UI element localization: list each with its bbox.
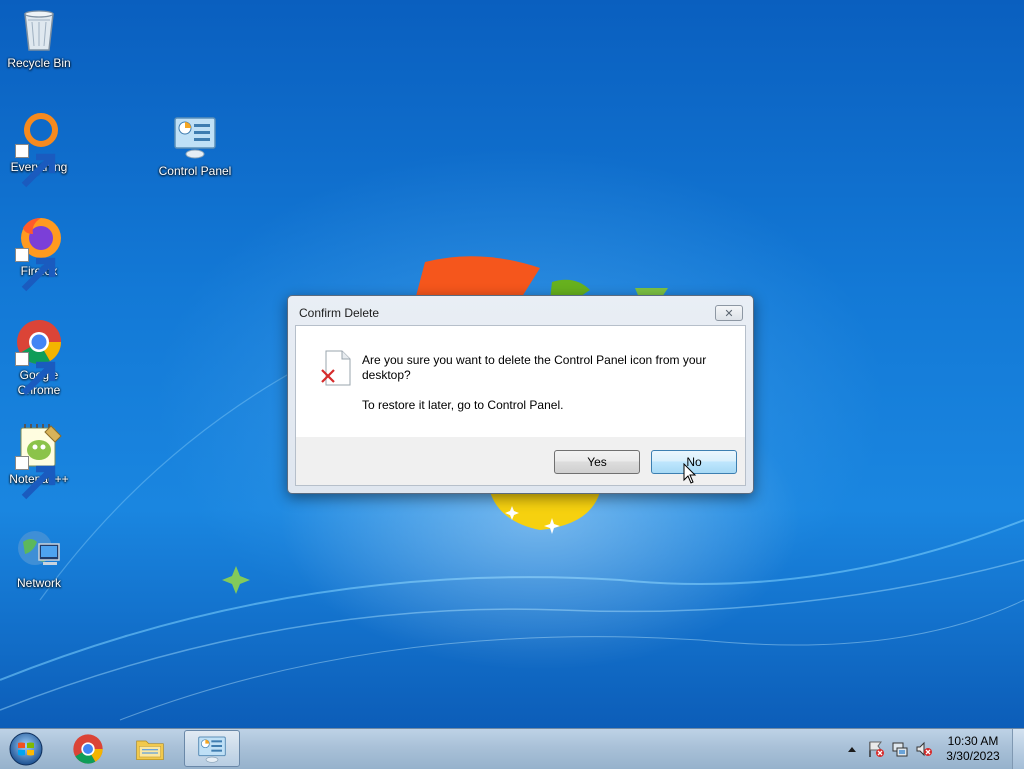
desktop-icon-firefox[interactable]: Firefox <box>1 214 77 292</box>
desktop-icon-network[interactable]: Network <box>1 526 77 591</box>
dialog-body: Are you sure you want to delete the Cont… <box>296 326 745 437</box>
desktop-icon-label: Network <box>16 576 61 590</box>
desktop-icon-label: Control Panel <box>158 164 232 178</box>
mouse-cursor-icon <box>683 463 697 484</box>
chrome-icon <box>15 318 63 396</box>
shortcut-arrow-icon <box>15 144 56 188</box>
network-icon <box>15 526 63 574</box>
close-icon: ✕ <box>724 307 734 320</box>
shortcut-arrow-icon <box>15 352 56 396</box>
control-panel-icon <box>198 736 226 763</box>
start-button[interactable] <box>6 731 46 767</box>
network-status-icon[interactable] <box>891 740 909 758</box>
taskbar-item-control-panel[interactable] <box>184 730 240 767</box>
chrome-icon <box>73 733 103 764</box>
taskbar-item-chrome[interactable] <box>60 730 116 767</box>
desktop-icon-everything[interactable]: Everything <box>1 110 77 188</box>
control-panel-icon <box>171 114 219 162</box>
desktop-icon-recycle-bin[interactable]: Recycle Bin <box>1 6 77 71</box>
taskbar-clock[interactable]: 10:30 AM 3/30/2023 <box>940 734 1006 764</box>
show-desktop-button[interactable] <box>1012 729 1024 769</box>
windows-orb-icon <box>9 732 43 766</box>
desktop-icon-control-panel[interactable]: Control Panel <box>157 114 233 179</box>
recycle-bin-icon <box>15 6 63 54</box>
clock-date: 3/30/2023 <box>946 749 1000 763</box>
yes-button[interactable]: Yes <box>554 450 640 474</box>
desktop[interactable]: Recycle Bin Everything Control Panel Fir… <box>0 0 1024 728</box>
firefox-icon <box>15 214 63 292</box>
everything-icon <box>15 110 63 188</box>
desktop-icon-google-chrome[interactable]: Google Chrome <box>1 318 77 398</box>
shortcut-arrow-icon <box>15 456 56 500</box>
dialog-title: Confirm Delete <box>299 306 380 320</box>
dialog-message: Are you sure you want to delete the Cont… <box>362 353 707 382</box>
clock-time: 10:30 AM <box>947 734 999 748</box>
notepadpp-icon <box>15 422 63 500</box>
shortcut-arrow-icon <box>15 248 56 292</box>
show-hidden-icons-icon[interactable] <box>843 740 861 758</box>
volume-muted-icon[interactable] <box>915 740 933 758</box>
close-button[interactable]: ✕ <box>715 305 743 321</box>
system-tray <box>840 729 936 769</box>
action-center-flag-icon[interactable] <box>867 740 885 758</box>
delete-document-icon <box>321 350 351 386</box>
dialog-submessage: To restore it later, go to Control Panel… <box>362 398 564 412</box>
dialog-content: Are you sure you want to delete the Cont… <box>295 325 746 486</box>
folder-icon <box>136 740 164 760</box>
desktop-icon-label: Recycle Bin <box>7 56 71 70</box>
taskbar: 10:30 AM 3/30/2023 <box>0 728 1024 769</box>
desktop-icon-notepadpp[interactable]: Notepad++ <box>1 422 77 500</box>
taskbar-item-file-explorer[interactable] <box>122 730 178 767</box>
